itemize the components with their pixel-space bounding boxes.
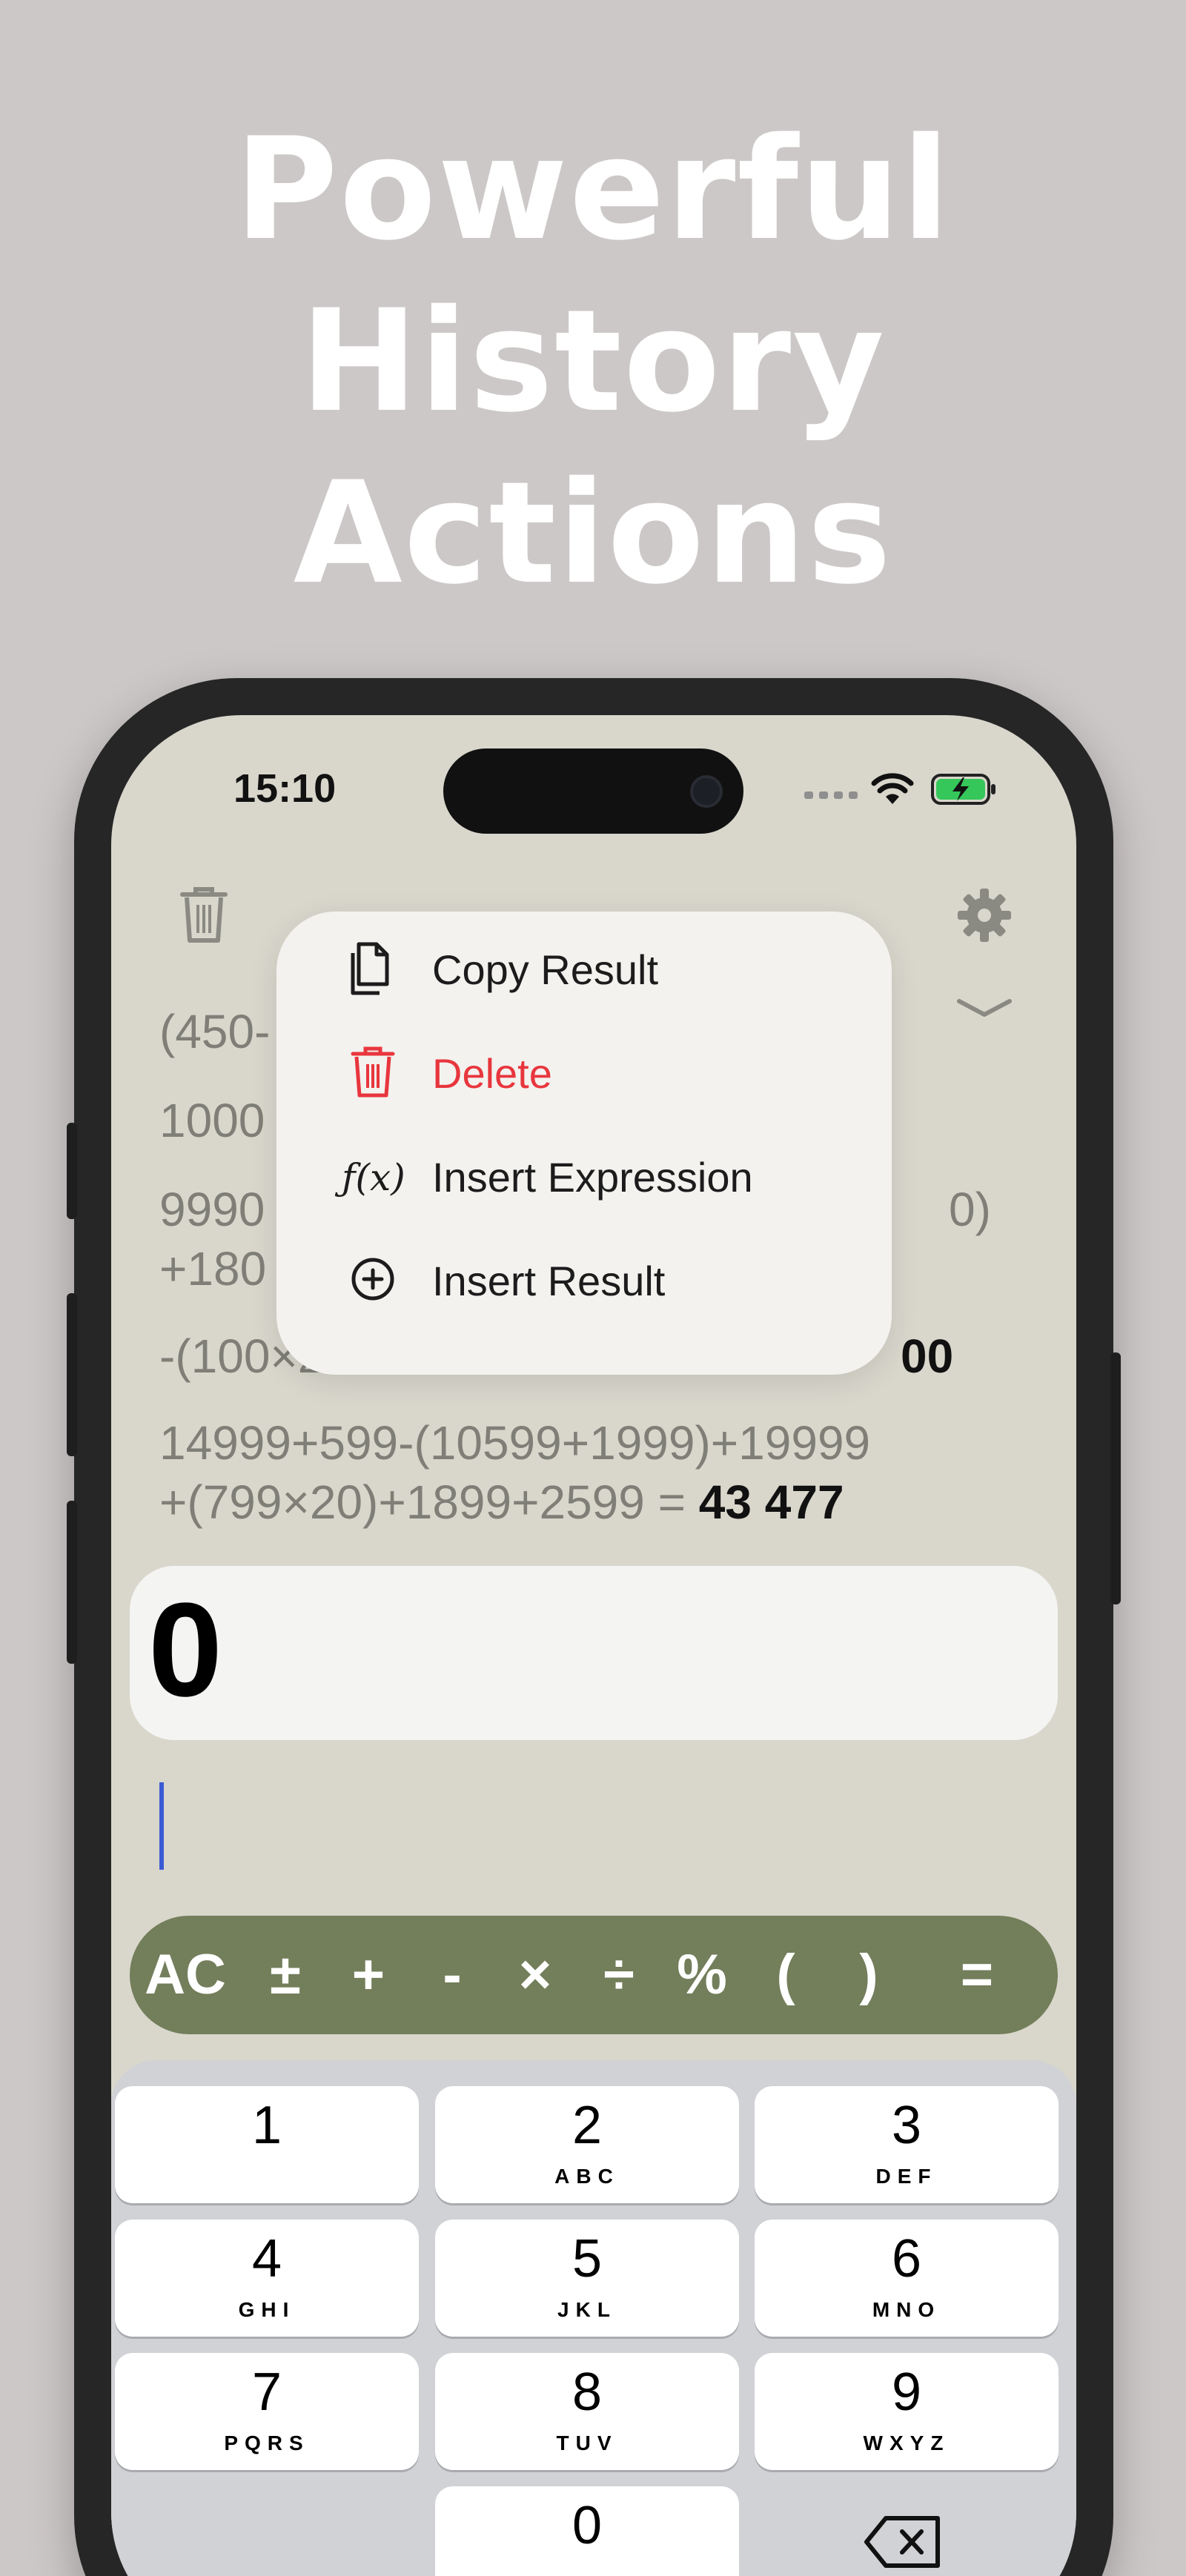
- key-5[interactable]: 5 JKL: [435, 2220, 739, 2337]
- headline-line-1: Powerful: [234, 107, 952, 271]
- key-digit: 6: [891, 2229, 922, 2288]
- key-digit: 1: [251, 2096, 282, 2155]
- op-multiply-button[interactable]: ×: [498, 1942, 572, 2007]
- key-letters: MNO: [872, 2298, 941, 2321]
- op-divide-button[interactable]: ÷: [582, 1942, 656, 2007]
- history-item[interactable]: (450-: [159, 1004, 270, 1059]
- key-letters: PQRS: [224, 2431, 310, 2454]
- key-letters: JKL: [557, 2298, 617, 2321]
- battery-charging-icon: [931, 774, 995, 805]
- key-0[interactable]: 0: [435, 2486, 739, 2576]
- op-add-button[interactable]: +: [331, 1942, 405, 2007]
- dynamic-island: [443, 748, 743, 834]
- camera-icon: [690, 775, 723, 808]
- plus-circle-icon: [351, 1258, 394, 1301]
- headline-line-2: History: [299, 279, 887, 443]
- history-result: 43 477: [698, 1475, 844, 1529]
- key-digit: 5: [572, 2229, 603, 2288]
- key-8[interactable]: 8 TUV: [435, 2353, 739, 2470]
- volume-up-button: [67, 1293, 77, 1456]
- history-item[interactable]: 9990: [159, 1182, 265, 1237]
- app-screen: 15:10 (450- 1000 9990 0) +180 -(100×2 00…: [111, 715, 1076, 2576]
- op-open-paren-button[interactable]: (: [749, 1942, 823, 2007]
- function-icon: ƒ(x): [342, 1156, 405, 1199]
- history-expression: 9990: [159, 1183, 265, 1236]
- history-item[interactable]: 1000: [159, 1093, 265, 1148]
- op-subtract-button[interactable]: -: [415, 1942, 489, 2007]
- volume-down-button: [67, 1501, 77, 1664]
- key-2[interactable]: 2 ABC: [435, 2086, 739, 2203]
- op-clear-button[interactable]: AC: [137, 1942, 233, 2007]
- history-expression: 14999+599-(10599+1999)+19999: [159, 1416, 871, 1470]
- status-time: 15:10: [233, 766, 337, 811]
- wifi-icon: [871, 773, 914, 804]
- key-digit: 9: [891, 2363, 922, 2422]
- chevron-down-icon[interactable]: [956, 997, 1013, 1019]
- gear-icon[interactable]: [956, 887, 1013, 943]
- op-equals-button[interactable]: =: [940, 1942, 1014, 2007]
- menu-item-insert-expression[interactable]: ƒ(x) Insert Expression: [276, 1126, 892, 1223]
- display-value: 0: [148, 1576, 223, 1724]
- promo-headline: Powerful History Actions: [0, 104, 1186, 620]
- key-digit: 7: [251, 2363, 282, 2422]
- copy-icon: [351, 942, 389, 995]
- trash-icon: [351, 1046, 395, 1098]
- key-1[interactable]: 1: [115, 2086, 419, 2203]
- menu-item-copy-result[interactable]: Copy Result: [276, 919, 892, 1015]
- action-button: [67, 1123, 77, 1219]
- op-percent-button[interactable]: %: [665, 1942, 739, 2007]
- key-digit: 2: [572, 2096, 603, 2155]
- menu-item-label: Delete: [432, 1050, 552, 1097]
- history-result: 00: [901, 1330, 954, 1383]
- key-letters: GHI: [238, 2298, 296, 2321]
- menu-item-label: Insert Expression: [432, 1154, 753, 1201]
- key-digit: 8: [572, 2363, 603, 2422]
- key-9[interactable]: 9 WXYZ: [755, 2353, 1059, 2470]
- key-letters: ABC: [554, 2165, 620, 2188]
- key-4[interactable]: 4 GHI: [115, 2220, 419, 2337]
- history-expression: (450-: [159, 1005, 271, 1058]
- key-digit: 0: [572, 2496, 603, 2555]
- key-7[interactable]: 7 PQRS: [115, 2353, 419, 2470]
- key-letters: TUV: [556, 2431, 618, 2454]
- trash-icon[interactable]: [178, 884, 230, 945]
- menu-item-insert-result[interactable]: Insert Result: [276, 1230, 892, 1327]
- history-expression-line2: +180: [159, 1242, 267, 1295]
- key-letters: WXYZ: [863, 2431, 950, 2454]
- cellular-signal-icon: [804, 791, 858, 799]
- op-sign-button[interactable]: ±: [248, 1942, 322, 2007]
- context-menu: Copy Result Delete ƒ(x) Insert Expressio…: [276, 912, 892, 1375]
- key-6[interactable]: 6 MNO: [755, 2220, 1059, 2337]
- history-item-line2[interactable]: +(799×20)+1899+2599 = 43 477: [159, 1475, 844, 1530]
- history-expression-tail: 0): [949, 1183, 991, 1236]
- backspace-icon[interactable]: [864, 2512, 945, 2572]
- history-expression-line2: +(799×20)+1899+2599 =: [159, 1475, 699, 1529]
- operators-bar: AC ± + - × ÷ % ( ) =: [130, 1916, 1058, 2034]
- menu-item-label: Copy Result: [432, 946, 659, 993]
- menu-item-label: Insert Result: [432, 1258, 666, 1304]
- menu-item-delete[interactable]: Delete: [276, 1023, 892, 1119]
- history-expression: 1000: [159, 1094, 265, 1147]
- key-3[interactable]: 3 DEF: [755, 2086, 1059, 2203]
- power-button: [1110, 1352, 1121, 1604]
- numeric-keypad: 1 2 ABC 3 DEF 4 GHI 5 JKL 6 MNO 7 PQRS 8: [111, 2060, 1076, 2576]
- op-close-paren-button[interactable]: ): [832, 1942, 906, 2007]
- key-digit: 4: [251, 2229, 282, 2288]
- history-item[interactable]: 14999+599-(10599+1999)+19999: [159, 1415, 870, 1470]
- key-letters: DEF: [875, 2165, 938, 2188]
- key-digit: 3: [891, 2096, 922, 2155]
- result-display: 0: [130, 1566, 1058, 1740]
- headline-line-3: Actions: [293, 451, 893, 615]
- input-cursor[interactable]: [159, 1782, 164, 1870]
